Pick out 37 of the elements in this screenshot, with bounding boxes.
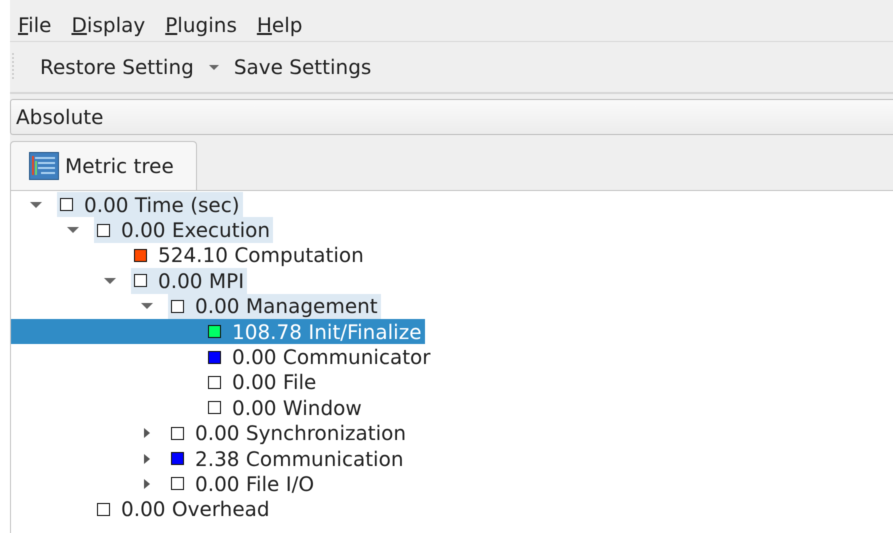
grip-icon	[10, 52, 16, 82]
metric-label: 524.10 Computation	[158, 243, 364, 268]
tree-row[interactable]: 524.10 Computation	[103, 242, 367, 268]
metric-label: 0.00 Overhead	[121, 497, 270, 522]
metric-label: 0.00 Window	[232, 396, 362, 420]
save-settings-button[interactable]: Save Settings	[226, 51, 380, 83]
value-mode-dropdown[interactable]: Absolute	[10, 99, 893, 135]
tree-row[interactable]: 0.00 Synchronization	[140, 420, 410, 446]
collapse-arrow-icon[interactable]	[66, 225, 80, 236]
collapse-arrow-icon[interactable]	[103, 276, 117, 286]
tab-label: Metric tree	[65, 154, 174, 178]
tree-row[interactable]: 0.00 Communicator	[177, 344, 434, 370]
tree-row[interactable]: 0.00 File	[177, 370, 320, 396]
tree-row[interactable]: 0.00 File I/O	[140, 471, 318, 497]
metric-label: 0.00 Communicator	[232, 345, 431, 370]
collapse-arrow-icon[interactable]	[29, 200, 43, 210]
restore-setting-button[interactable]: Restore Setting	[32, 51, 202, 83]
tab[interactable]: Metric tree	[10, 141, 197, 190]
metric-label: 0.00 Synchronization	[195, 421, 406, 446]
collapse-arrow-icon[interactable]	[140, 301, 154, 312]
menu-item[interactable]: Display	[71, 14, 156, 34]
tree-icon	[29, 152, 59, 180]
metric-label: 0.00 Time (sec)	[84, 192, 240, 217]
tree-row[interactable]: 108.78 Init/Finalize	[11, 318, 425, 344]
tree-row[interactable]: 2.38 Communication	[140, 446, 407, 472]
metric-label: 0.00 Management	[195, 294, 378, 318]
tree-row[interactable]: 0.00 Window	[177, 395, 365, 421]
metric-label: 0.00 MPI	[158, 268, 244, 293]
tree-row[interactable]: 0.00 Overhead	[66, 496, 273, 522]
menu-item[interactable]: Help	[256, 14, 312, 34]
menu-item[interactable]: File	[18, 14, 62, 34]
menu-item[interactable]: Plugins	[165, 14, 247, 34]
metric-label: 108.78 Init/Finalize	[232, 320, 422, 344]
metric-label: 0.00 File I/O	[195, 472, 314, 496]
metric-label: 2.38 Communication	[195, 446, 404, 471]
metric-label: 0.00 File	[232, 370, 316, 394]
metric-label: 0.00 Execution	[121, 218, 270, 242]
